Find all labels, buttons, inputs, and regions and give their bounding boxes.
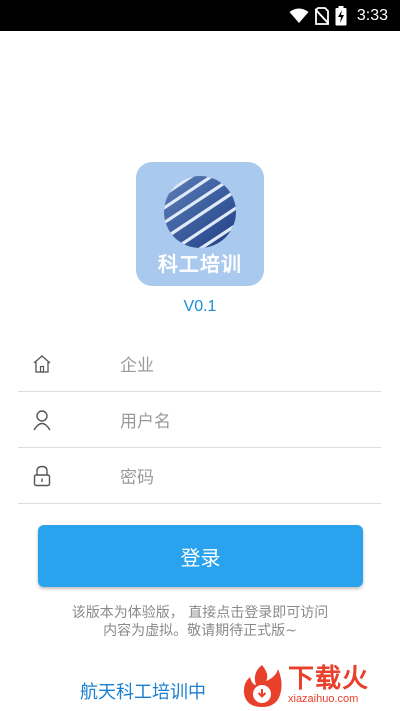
notice-line-1: 该版本为体验版， 直接点击登录即可访问: [71, 605, 329, 621]
logo-text: 科工培训: [158, 252, 242, 276]
user-icon: [12, 409, 72, 431]
globe-logo-icon: [164, 176, 236, 248]
trial-notice: 该版本为体验版， 直接点击登录即可访问 内容为虚拟。敬请期待正式版~: [20, 604, 380, 640]
password-placeholder: 密码: [120, 468, 154, 488]
password-field[interactable]: 密码: [18, 448, 381, 504]
company-placeholder: 企业: [120, 356, 154, 376]
flame-logo-icon: [243, 664, 282, 707]
username-field[interactable]: 用户名: [18, 392, 381, 448]
watermark-brand: 下载火: [288, 664, 370, 694]
watermark-url: xiazaihuo.com: [288, 693, 359, 705]
watermark: 下载火 xiazaihuo.com: [236, 660, 398, 711]
username-placeholder: 用户名: [120, 412, 171, 432]
status-bar: 3:33: [0, 0, 400, 31]
footer-title: 航天科工培训中: [80, 682, 206, 703]
app-logo: 科工培训: [136, 162, 264, 286]
battery-charging-icon: [335, 5, 347, 26]
login-button[interactable]: 登录: [38, 525, 363, 587]
wifi-icon: [289, 8, 309, 24]
no-sim-icon: [314, 6, 329, 25]
home-icon: [12, 354, 72, 374]
company-field[interactable]: 企业: [18, 336, 381, 392]
app-version: V0.1: [183, 298, 217, 315]
status-time: 3:33: [356, 6, 388, 24]
lock-icon: [12, 465, 72, 487]
notice-line-2: 内容为虚拟。敬请期待正式版~: [103, 623, 297, 639]
